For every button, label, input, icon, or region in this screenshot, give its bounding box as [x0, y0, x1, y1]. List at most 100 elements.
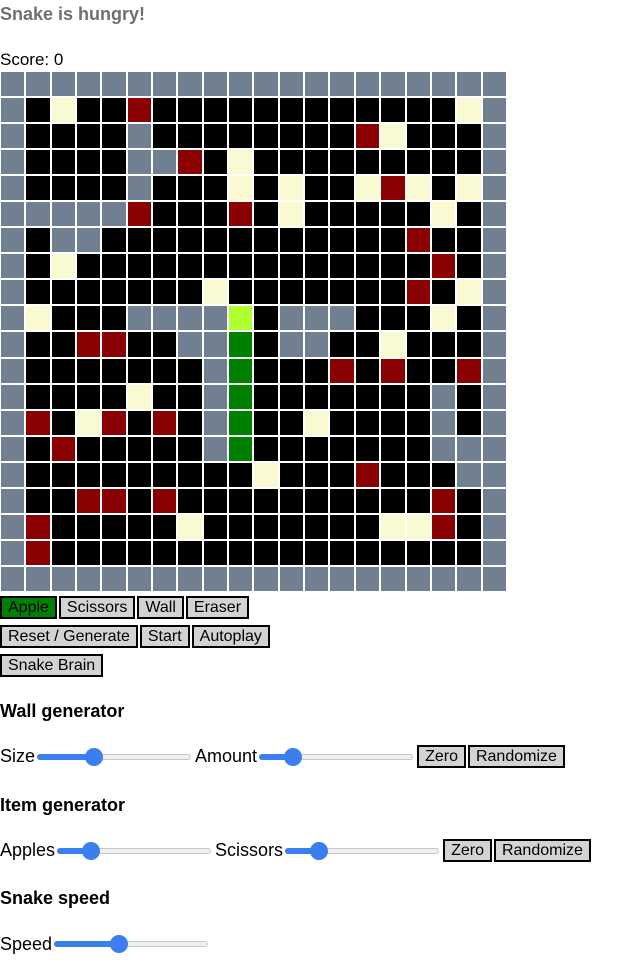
wall-cell[interactable]	[152, 305, 178, 332]
empty-cell[interactable]	[456, 201, 482, 228]
empty-cell[interactable]	[430, 123, 457, 150]
wall-cell[interactable]	[481, 539, 507, 566]
empty-cell[interactable]	[304, 97, 330, 124]
empty-cell[interactable]	[126, 357, 153, 384]
wall-cell[interactable]	[202, 409, 229, 436]
wall-cell[interactable]	[304, 331, 330, 358]
empty-cell[interactable]	[76, 461, 102, 488]
empty-cell[interactable]	[152, 201, 178, 228]
empty-cell[interactable]	[253, 435, 279, 462]
wall-cell[interactable]	[126, 149, 153, 176]
empty-cell[interactable]	[228, 461, 254, 488]
empty-cell[interactable]	[430, 227, 457, 254]
wall-cell[interactable]	[152, 149, 178, 176]
empty-cell[interactable]	[456, 253, 482, 280]
empty-cell[interactable]	[152, 539, 178, 566]
empty-cell[interactable]	[456, 305, 482, 332]
wall-cell[interactable]	[0, 565, 26, 592]
empty-cell[interactable]	[456, 409, 482, 436]
wall-cell[interactable]	[329, 71, 355, 98]
empty-cell[interactable]	[101, 461, 127, 488]
eraser-tool-button[interactable]: Eraser	[185, 596, 250, 619]
empty-cell[interactable]	[126, 461, 153, 488]
wall-cell[interactable]	[202, 383, 229, 410]
wall-cell[interactable]	[76, 227, 102, 254]
empty-cell[interactable]	[380, 305, 406, 332]
apple-cell[interactable]	[380, 513, 406, 540]
reset-generate-button[interactable]: Reset / Generate	[0, 625, 138, 648]
empty-cell[interactable]	[202, 123, 229, 150]
empty-cell[interactable]	[50, 513, 77, 540]
wall-cell[interactable]	[329, 305, 355, 332]
empty-cell[interactable]	[278, 227, 305, 254]
wall-tool-button[interactable]: Wall	[137, 596, 184, 619]
empty-cell[interactable]	[329, 149, 355, 176]
autoplay-button[interactable]: Autoplay	[191, 625, 270, 648]
empty-cell[interactable]	[354, 253, 381, 280]
empty-cell[interactable]	[25, 357, 51, 384]
empty-cell[interactable]	[101, 305, 127, 332]
wall-cell[interactable]	[25, 565, 51, 592]
empty-cell[interactable]	[25, 97, 51, 124]
empty-cell[interactable]	[380, 149, 406, 176]
scissors-cell[interactable]	[405, 227, 431, 254]
scissors-cell[interactable]	[101, 331, 127, 358]
wall-cell[interactable]	[304, 305, 330, 332]
empty-cell[interactable]	[76, 149, 102, 176]
wall-zero-button[interactable]: Zero	[417, 745, 466, 768]
empty-cell[interactable]	[177, 123, 203, 150]
wall-cell[interactable]	[380, 565, 406, 592]
empty-cell[interactable]	[152, 175, 178, 202]
wall-cell[interactable]	[278, 305, 305, 332]
empty-cell[interactable]	[202, 487, 229, 514]
wall-cell[interactable]	[481, 357, 507, 384]
empty-cell[interactable]	[405, 123, 431, 150]
empty-cell[interactable]	[278, 487, 305, 514]
empty-cell[interactable]	[126, 331, 153, 358]
wall-cell[interactable]	[0, 279, 26, 306]
empty-cell[interactable]	[380, 487, 406, 514]
empty-cell[interactable]	[380, 461, 406, 488]
empty-cell[interactable]	[380, 201, 406, 228]
empty-cell[interactable]	[253, 383, 279, 410]
wall-cell[interactable]	[0, 123, 26, 150]
empty-cell[interactable]	[50, 487, 77, 514]
empty-cell[interactable]	[228, 227, 254, 254]
empty-cell[interactable]	[177, 97, 203, 124]
empty-cell[interactable]	[329, 175, 355, 202]
empty-cell[interactable]	[329, 383, 355, 410]
empty-cell[interactable]	[126, 435, 153, 462]
empty-cell[interactable]	[253, 539, 279, 566]
empty-cell[interactable]	[177, 201, 203, 228]
empty-cell[interactable]	[253, 175, 279, 202]
wall-cell[interactable]	[481, 201, 507, 228]
empty-cell[interactable]	[25, 175, 51, 202]
scissors-cell[interactable]	[25, 409, 51, 436]
scissors-cell[interactable]	[354, 461, 381, 488]
empty-cell[interactable]	[50, 175, 77, 202]
empty-cell[interactable]	[101, 253, 127, 280]
empty-cell[interactable]	[354, 357, 381, 384]
speed-slider[interactable]	[54, 933, 209, 955]
wall-cell[interactable]	[177, 71, 203, 98]
empty-cell[interactable]	[354, 487, 381, 514]
empty-cell[interactable]	[50, 331, 77, 358]
scissors-slider[interactable]	[285, 840, 440, 862]
empty-cell[interactable]	[329, 331, 355, 358]
empty-cell[interactable]	[50, 383, 77, 410]
wall-cell[interactable]	[126, 305, 153, 332]
empty-cell[interactable]	[152, 383, 178, 410]
empty-cell[interactable]	[430, 175, 457, 202]
empty-cell[interactable]	[253, 357, 279, 384]
empty-cell[interactable]	[228, 279, 254, 306]
item-zero-button[interactable]: Zero	[443, 839, 492, 862]
empty-cell[interactable]	[76, 513, 102, 540]
wall-cell[interactable]	[101, 201, 127, 228]
scissors-cell[interactable]	[152, 409, 178, 436]
empty-cell[interactable]	[329, 513, 355, 540]
start-button[interactable]: Start	[139, 625, 190, 648]
empty-cell[interactable]	[50, 409, 77, 436]
empty-cell[interactable]	[177, 539, 203, 566]
wall-cell[interactable]	[202, 565, 229, 592]
apple-cell[interactable]	[456, 97, 482, 124]
